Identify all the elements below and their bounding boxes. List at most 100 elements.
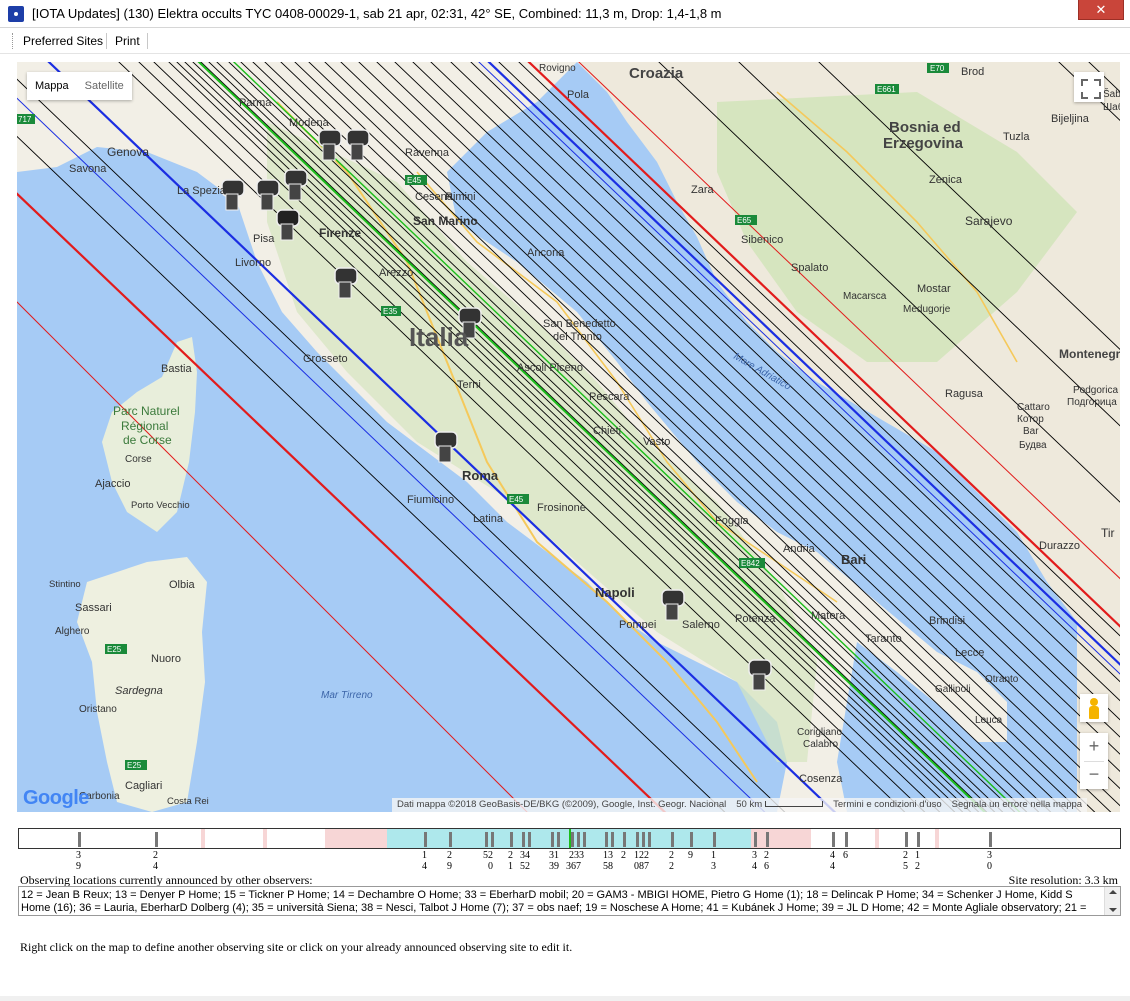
label-corse: Corse <box>125 454 152 465</box>
zoom-control: + − <box>1080 733 1108 789</box>
map-type-satellite-button[interactable]: Satellite <box>77 72 132 100</box>
timeline-tick <box>78 832 81 847</box>
label-corse2: Régional <box>121 419 168 433</box>
observers-list[interactable]: 12 = Jean B Reux; 13 = Denyer P Home; 15… <box>18 886 1121 916</box>
close-button[interactable]: ✕ <box>1078 0 1124 20</box>
label-sardegna: Sardegna <box>115 685 163 697</box>
label-roma: Roma <box>462 468 499 483</box>
timeline-number: 2 <box>621 850 626 861</box>
label-sarajevo: Sarajevo <box>965 214 1013 228</box>
label-tuzla: Tuzla <box>1003 131 1030 143</box>
timeline-tick <box>155 832 158 847</box>
fullscreen-icon[interactable] <box>1074 72 1104 102</box>
terms-link[interactable]: Termini e condizioni d'uso <box>828 798 946 812</box>
timeline-tick <box>551 832 554 847</box>
observers-text: 12 = Jean B Reux; 13 = Denyer P Home; 15… <box>21 889 1087 914</box>
timeline-number: 9 <box>76 861 81 872</box>
timeline-tick <box>605 832 608 847</box>
label-sbt2: del Tronto <box>553 331 602 343</box>
print-menu[interactable]: Print <box>115 34 140 48</box>
label-rimini: Rimini <box>445 191 476 203</box>
timeline-number: 3 <box>752 850 757 861</box>
label-otranto: Otranto <box>985 674 1019 685</box>
label-pisa: Pisa <box>253 233 275 245</box>
report-error-link[interactable]: Segnala un errore nella mappa <box>947 798 1087 812</box>
label-corigliano2: Calabro <box>803 739 838 750</box>
label-ancona: Ancona <box>527 247 565 259</box>
timeline-number: 087 <box>634 861 649 872</box>
label-firenze: Firenze <box>319 226 361 240</box>
timeline-number: 1 <box>508 861 513 872</box>
label-savona: Savona <box>69 163 107 175</box>
title-bar: [IOTA Updates] (130) Elektra occults TYC… <box>0 0 1130 28</box>
map-attribution: Dati mappa ©2018 GeoBasis-DE/BKG (©2009)… <box>392 798 1088 812</box>
timeline-tick <box>571 832 574 847</box>
label-budva: Будва <box>1019 440 1047 451</box>
menu-bar: Preferred Sites Print <box>0 28 1130 54</box>
label-mare-adriatico: Mare Adriatico <box>732 351 793 393</box>
label-stintino: Stintino <box>49 579 81 590</box>
label-nuoro: Nuoro <box>151 653 181 665</box>
google-logo: Google <box>23 787 89 810</box>
timeline-number: 2 <box>764 850 769 861</box>
label-parma: Parma <box>239 97 272 109</box>
label-sbt1: San Benedetto <box>543 318 616 330</box>
menu-separator <box>106 33 107 49</box>
label-genova: Genova <box>107 145 149 159</box>
map-view[interactable]: Croazia Bosnia ed Erzegovina Montenegro … <box>17 62 1120 812</box>
label-lecce: Lecce <box>955 647 984 659</box>
timeline-tick <box>577 832 580 847</box>
timeline-tick <box>713 832 716 847</box>
timeline-number: 9 <box>688 850 693 861</box>
label-croazia: Croazia <box>629 65 684 82</box>
label-tirana: Tir <box>1101 526 1115 540</box>
timeline-tick <box>832 832 835 847</box>
label-podgorica-cyr: Подгорица <box>1067 397 1117 408</box>
label-bari: Bari <box>841 552 866 567</box>
label-sassari: Sassari <box>75 602 112 614</box>
preferred-sites-menu[interactable]: Preferred Sites <box>23 34 103 48</box>
label-oristano: Oristano <box>79 704 117 715</box>
label-zara: Zara <box>691 184 715 196</box>
label-corigliano1: Corigliano <box>797 727 842 738</box>
timeline-number: 2 <box>447 850 452 861</box>
label-matera: Matera <box>811 610 846 622</box>
label-pola: Pola <box>567 89 590 101</box>
label-napoli: Napoli <box>595 585 635 600</box>
label-corse1: Parc Naturel <box>113 404 180 418</box>
label-brod: Brod <box>961 66 984 78</box>
label-ravenna: Ravenna <box>405 147 450 159</box>
zoom-out-button[interactable]: − <box>1080 761 1108 789</box>
map-type-map-button[interactable]: Mappa <box>27 72 77 100</box>
timeline-tick <box>449 832 452 847</box>
zoom-in-button[interactable]: + <box>1080 733 1108 761</box>
label-brindisi: Brindisi <box>929 615 965 627</box>
timeline-tick <box>557 832 560 847</box>
label-durazzo: Durazzo <box>1039 540 1080 552</box>
label-ascoli: Ascoli Piceno <box>517 362 583 374</box>
timeline-number: 2 <box>669 850 674 861</box>
label-montenegro: Montenegro <box>1059 347 1120 361</box>
timeline-tick <box>583 832 586 847</box>
label-podgorica: Podgorica <box>1073 385 1118 396</box>
chord-timeline[interactable] <box>18 828 1121 849</box>
label-mostar: Mostar <box>917 283 951 295</box>
label-fiumicino: Fiumicino <box>407 494 454 506</box>
timeline-tick <box>510 832 513 847</box>
observers-scrollbar[interactable] <box>1104 887 1120 915</box>
attribution-text: Dati mappa ©2018 GeoBasis-DE/BKG (©2009)… <box>397 799 727 810</box>
timeline-number: 31 <box>549 850 559 861</box>
shield-e65: E65 <box>737 216 752 225</box>
timeline-number: 34 <box>520 850 530 861</box>
timeline-tick <box>766 832 769 847</box>
timeline-tick <box>528 832 531 847</box>
help-text: Right click on the map to define another… <box>20 940 573 954</box>
label-la-spezia: La Spezia <box>177 185 227 197</box>
map-canvas[interactable]: Croazia Bosnia ed Erzegovina Montenegro … <box>17 62 1120 812</box>
timeline-number: 52 <box>520 861 530 872</box>
label-san-marino: San Marino <box>413 214 478 228</box>
window-title: [IOTA Updates] (130) Elektra occults TYC… <box>32 6 722 21</box>
pegman-icon[interactable] <box>1080 694 1108 722</box>
shield-e45: E45 <box>509 495 524 504</box>
label-salerno: Salerno <box>682 619 720 631</box>
